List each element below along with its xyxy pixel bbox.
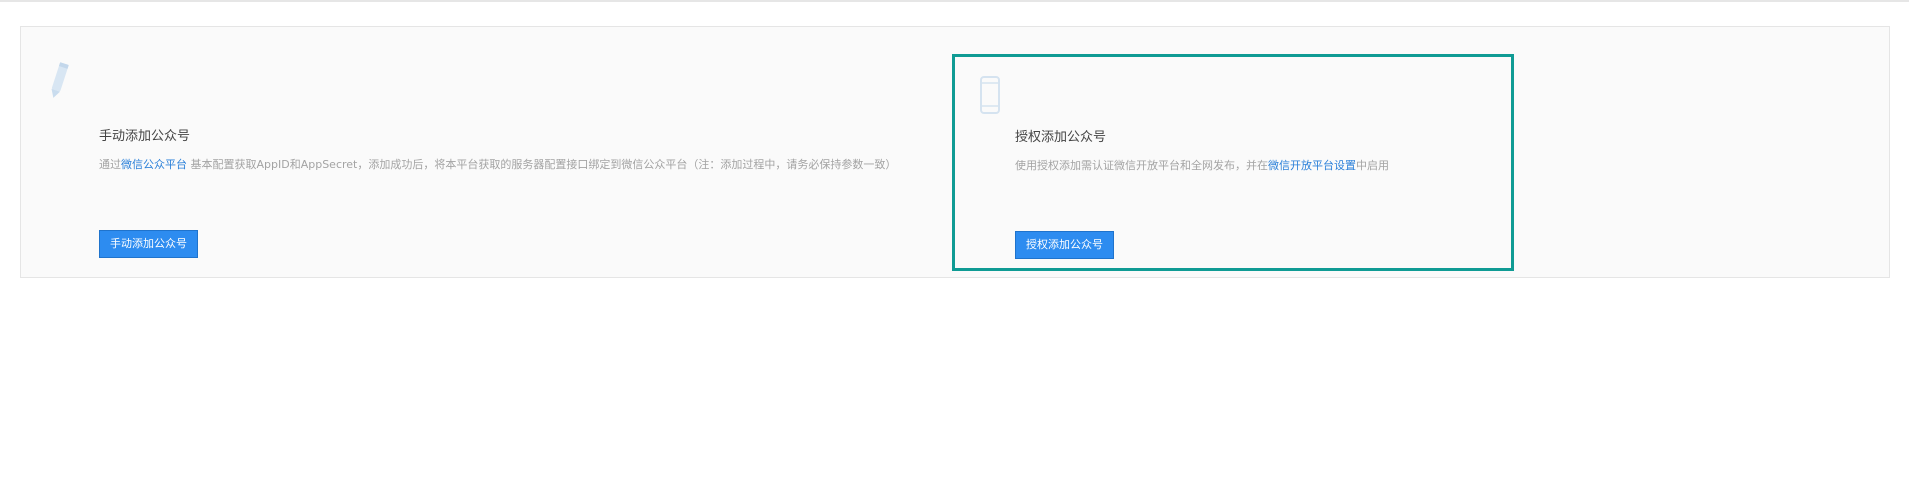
auth-desc-suffix: 中启用 xyxy=(1356,159,1389,172)
manual-card-description: 通过微信公众平台 基本配置获取AppID和AppSecret，添加成功后，将本平… xyxy=(99,156,896,172)
add-account-panel: 手动添加公众号 通过微信公众平台 基本配置获取AppID和AppSecret，添… xyxy=(20,26,1890,278)
pencil-icon xyxy=(45,55,75,107)
wechat-open-platform-settings-link[interactable]: 微信开放平台设置 xyxy=(1268,159,1356,172)
manual-add-button[interactable]: 手动添加公众号 xyxy=(99,230,198,258)
auth-card-title: 授权添加公众号 xyxy=(1015,130,1107,145)
authorized-add-card: 授权添加公众号 使用授权添加需认证微信开放平台和全网发布，并在微信开放平台设置中… xyxy=(952,54,1514,271)
phone-icon xyxy=(980,76,1000,118)
manual-card-title: 手动添加公众号 xyxy=(99,129,191,144)
manual-desc-suffix: 基本配置获取AppID和AppSecret，添加成功后，将本平台获取的服务器配置… xyxy=(187,158,897,171)
auth-desc-prefix: 使用授权添加需认证微信开放平台和全网发布，并在 xyxy=(1015,159,1268,172)
top-divider xyxy=(0,0,1909,2)
auth-card-description: 使用授权添加需认证微信开放平台和全网发布，并在微信开放平台设置中启用 xyxy=(1015,157,1389,173)
wechat-mp-platform-link[interactable]: 微信公众平台 xyxy=(121,158,187,171)
manual-add-card: 手动添加公众号 通过微信公众平台 基本配置获取AppID和AppSecret，添… xyxy=(45,55,925,258)
manual-desc-prefix: 通过 xyxy=(99,158,121,171)
authorized-add-button[interactable]: 授权添加公众号 xyxy=(1015,231,1114,259)
